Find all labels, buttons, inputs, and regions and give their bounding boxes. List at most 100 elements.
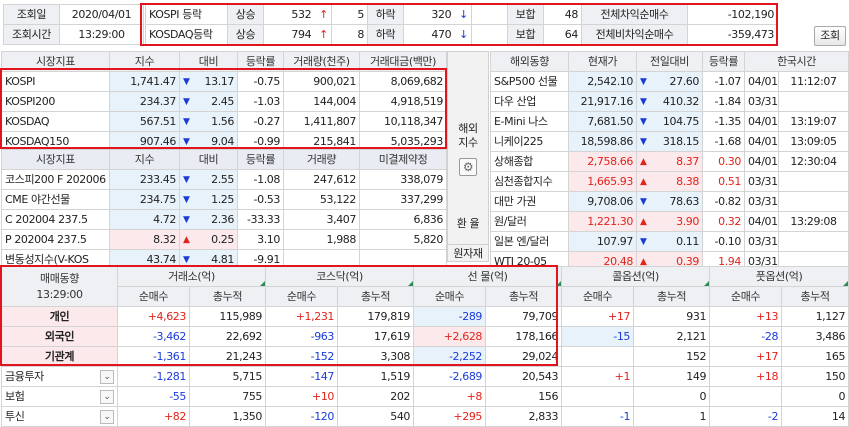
overseas-row[interactable]: 일본 엔/달러 107.97 ▼ 0.11 -0.10 03/31 [490, 231, 849, 252]
chevron-down-icon[interactable]: ⌄ [100, 389, 114, 404]
index-name: KOSPI200 [1, 91, 110, 112]
net-buy-value [561, 386, 635, 407]
change-rate: -0.27 [237, 111, 284, 132]
chevron-down-icon[interactable]: ⌄ [100, 369, 114, 384]
investor-label: 투신 [5, 409, 25, 423]
cumulative-value: 0 [781, 386, 849, 407]
investor-row[interactable]: 외국인 -3,462 22,692 -963 17,619 +2,628 178,166 -1… [1, 326, 849, 347]
korea-time: 13:09:05 [777, 131, 849, 152]
investor-row[interactable]: 개인 +4,623 115,989 +1,231 179,819 -289 79,709 +1… [1, 306, 849, 327]
futures-row[interactable]: P 202004 237.5 8.32 ▲ 0.25 3.10 1,988 5,820 [1, 229, 447, 250]
futures-row[interactable]: CME 야간선물 234.75 ▼ 1.25 -0.53 53,122 337,299 [1, 189, 447, 210]
down-triangle-icon: ▼ [640, 96, 647, 107]
lookup-time-label: 조회시간 [3, 24, 60, 45]
cumulative-value: 149 [633, 366, 711, 387]
instrument-name: 코스피200 F 202006 [1, 169, 110, 190]
cumulative-header: 총누적 [188, 286, 267, 307]
column-header: 대비 [179, 51, 238, 72]
change-rate: -0.53 [237, 189, 284, 210]
korea-time [777, 171, 849, 192]
overseas-row[interactable]: 대만 가권 9,708.06 ▼ 78.63 -0.82 03/31 [490, 191, 849, 212]
group-header-row: 매매동향 13:29:00 거래소(억) 코스닥(억) 선 물(억) 콜옵션(억) 풋옵션(… [1, 266, 849, 307]
cumulative-header: 총누적 [781, 286, 849, 307]
overseas-row[interactable]: 상해종합 2,758.66 ▲ 8.37 0.30 04/01 12:30:04 [490, 151, 849, 172]
market-name: 니케이225 [490, 131, 569, 152]
flat-label: 보합 [507, 4, 544, 25]
down-label: 하락 [367, 24, 404, 45]
overseas-row[interactable]: E-Mini 나스 7,681.50 ▼ 104.75 -1.35 04/01 13:19:… [490, 111, 849, 132]
overseas-row[interactable]: 심천종합지수 1,665.93 ▲ 8.38 0.51 03/31 [490, 171, 849, 192]
change-value: 1.25 [211, 192, 234, 206]
change-value: 318.15 [662, 134, 699, 148]
index-value: 567.51 [109, 111, 180, 132]
chevron-down-icon[interactable]: ⌄ [100, 409, 114, 424]
investor-row[interactable]: 기관계 -1,361 21,243 -152 3,308 -2,252 29,024 152 +… [1, 346, 849, 367]
korea-date: 04/01 [744, 131, 779, 152]
column-header: 미결제약정 [359, 149, 447, 170]
investor-row[interactable]: 금융투자 ⌄ -1,281 5,715 -147 1,519 -2,689 20,543 +1 1… [1, 366, 849, 387]
top-header: 조회일 2020/04/01 조회시간 13:29:00 KOSPI 등락 상승 532… [0, 0, 846, 48]
lookup-date-value[interactable]: 2020/04/01 [59, 4, 144, 25]
net-buy-header: 순매수 [413, 286, 487, 307]
volume: 247,612 [283, 169, 360, 190]
column-header: 대비 [179, 149, 238, 170]
advance-decline-row: KOSDAQ등락 상승 794 ↑ 8 하락 470 ↓ 보합 64 전체비차익순매수 -359,47… [145, 24, 778, 45]
gear-icon[interactable]: ⚙ [459, 158, 477, 176]
change-cell: ▼ 318.15 [636, 131, 703, 152]
cumulative-value: 1,127 [781, 306, 849, 327]
change-value: 8.38 [676, 174, 699, 188]
arbitrage-label: 전체비차익순매수 [581, 24, 688, 45]
overseas-row[interactable]: 다우 산업 21,917.16 ▼ 410.32 -1.84 03/31 [490, 91, 849, 112]
current-price: 2,758.66 [568, 151, 637, 172]
index-row[interactable]: KOSDAQ 567.51 ▼ 1.56 -0.27 1,411,807 10,118,34… [1, 111, 447, 132]
tab-exchange-rate[interactable]: 환 율 [448, 215, 488, 231]
volume: 900,021 [283, 71, 360, 92]
down-triangle-icon: ▼ [183, 214, 190, 225]
market-name: 상해종합 [490, 151, 569, 172]
investor-row[interactable]: 보험 ⌄ -55 755 +10 202 +8 156 0 0 [1, 386, 849, 407]
column-header: 시장지표 [1, 149, 110, 170]
column-header: 거래량 [283, 149, 360, 170]
investor-label: 금융투자 [5, 369, 44, 383]
group-header: 콜옵션(억) [561, 266, 711, 287]
net-buy-value: +13 [709, 306, 783, 327]
market-name: 심천종합지수 [490, 171, 569, 192]
overseas-row[interactable]: 원/달러 1,221.30 ▲ 3.90 0.32 04/01 13:29:08 [490, 211, 849, 232]
korea-date: 03/31 [744, 91, 779, 112]
header-row: 시장지표 지수 대비 등락률 거래량(천주) 거래대금(백만) [1, 51, 447, 72]
futures-row[interactable]: 코스피200 F 202006 233.45 ▼ 2.55 -1.08 247,612 33… [1, 169, 447, 190]
change-rate: -1.68 [702, 131, 745, 152]
overseas-row[interactable]: S&P500 선물 2,542.10 ▼ 27.60 -1.07 04/01 11:12:0… [490, 71, 849, 92]
index-row[interactable]: KOSPI200 234.37 ▼ 2.45 -1.03 144,004 4,918,519 [1, 91, 447, 112]
volume: 53,122 [283, 189, 360, 210]
change-cell: ▲ 8.37 [636, 151, 703, 172]
column-header: 전일대비 [636, 51, 703, 72]
group-header: 코스닥(억) [265, 266, 415, 287]
corner-marker-icon [408, 281, 413, 286]
lookup-time-value[interactable]: 13:29:00 [59, 24, 144, 45]
lookup-button[interactable]: 조회 [814, 26, 846, 46]
tab-overseas-index[interactable]: 해외 지수 [448, 122, 488, 150]
instrument-name: C 202004 237.5 [1, 209, 110, 230]
overseas-row[interactable]: 니케이225 18,598.86 ▼ 318.15 -1.68 04/01 13:09:05 [490, 131, 849, 152]
futures-row[interactable]: C 202004 237.5 4.72 ▼ 2.36 -33.33 3,407 6,836 [1, 209, 447, 230]
change-cell: ▼ 1.25 [179, 189, 238, 210]
trading-time: 13:29:00 [36, 287, 83, 301]
tab-commodity[interactable]: 원자재 [448, 244, 488, 263]
header-row: 시장지표 지수 대비 등락률 거래량 미결제약정 [1, 149, 447, 170]
side-tab-panel: 해외 지수 ⚙ 환 율 원자재 [447, 51, 489, 262]
change-value: 3.90 [676, 214, 699, 228]
volume: 3,407 [283, 209, 360, 230]
flat-label: 보합 [507, 24, 544, 45]
change-rate: 3.10 [237, 229, 284, 250]
net-buy-value: -28 [709, 326, 783, 347]
down-triangle-icon: ▼ [183, 194, 190, 205]
korea-date: 04/01 [744, 151, 779, 172]
cumulative-header: 총누적 [337, 286, 415, 307]
down-triangle-icon: ▼ [183, 174, 190, 185]
investor-label: 외국인 [44, 329, 75, 343]
cumulative-value: 165 [781, 346, 849, 367]
index-row[interactable]: KOSPI 1,741.47 ▼ 13.17 -0.75 900,021 8,069,682 [1, 71, 447, 92]
change-cell: ▼ 27.60 [636, 71, 703, 92]
investor-row[interactable]: 투신 ⌄ +82 1,350 -120 540 +295 2,833 -1 1 -2 14 [1, 406, 849, 427]
